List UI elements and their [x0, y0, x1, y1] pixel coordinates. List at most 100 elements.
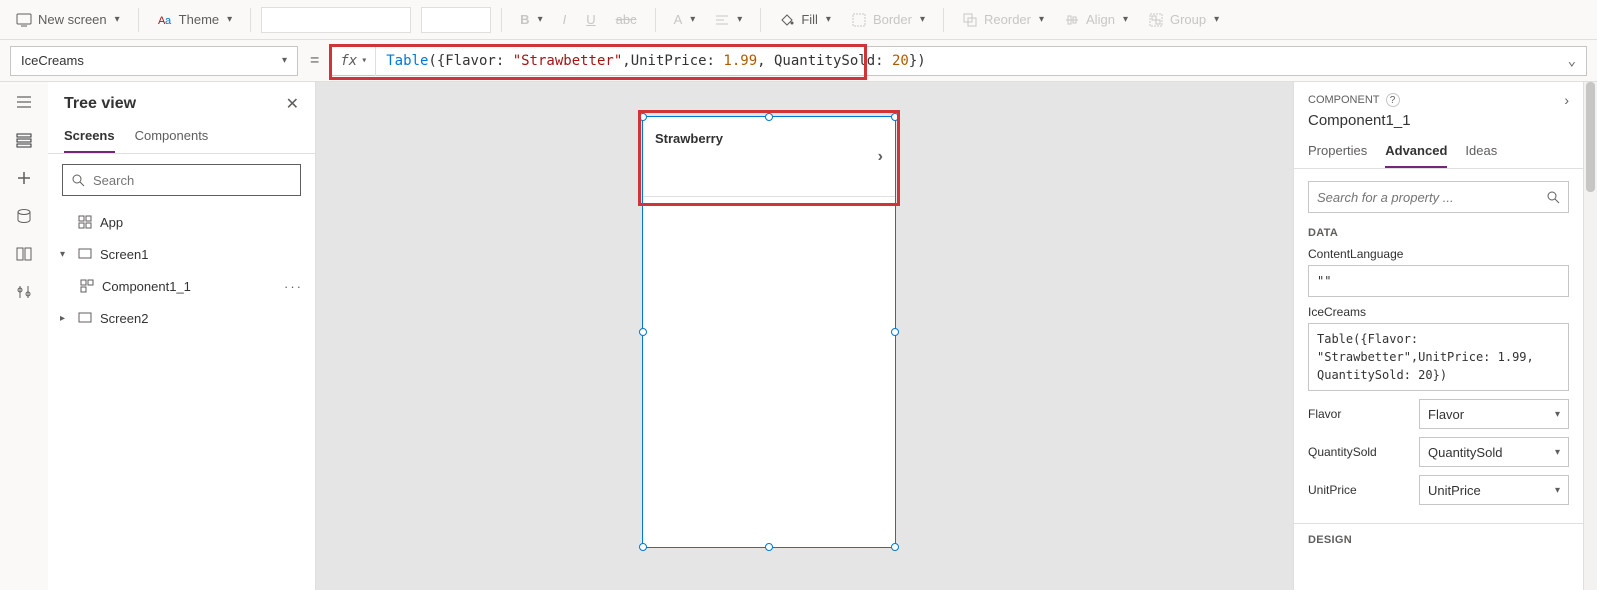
chevron-right-icon[interactable]: ▸	[60, 313, 72, 324]
property-name: IceCreams	[21, 53, 84, 68]
font-size-dropdown[interactable]	[421, 7, 491, 33]
tree-item-app[interactable]: App	[48, 206, 315, 238]
font-family-dropdown[interactable]	[261, 7, 411, 33]
text-align-button[interactable]: ▾	[707, 9, 750, 31]
field-value-icecreams[interactable]: Table({Flavor: "Strawbetter",UnitPrice: …	[1308, 323, 1569, 391]
tree-item-label: Screen1	[100, 247, 148, 262]
strikethrough-button[interactable]: abc	[608, 8, 645, 31]
scrollbar-thumb[interactable]	[1586, 82, 1595, 192]
theme-button[interactable]: Aa Theme ▾	[149, 8, 241, 32]
property-search-input[interactable]	[1317, 190, 1538, 205]
field-value-contentlanguage[interactable]: ""	[1308, 265, 1569, 297]
resize-handle[interactable]	[639, 328, 647, 336]
theme-label: Theme	[179, 12, 219, 27]
border-button[interactable]: Border ▾	[843, 8, 933, 32]
field-select-unitprice[interactable]: UnitPrice▾	[1419, 475, 1569, 505]
toolbar-separator	[943, 8, 944, 32]
left-rail	[0, 82, 48, 590]
resize-handle[interactable]	[891, 328, 899, 336]
insert-icon[interactable]	[14, 168, 34, 188]
resize-handle[interactable]	[765, 543, 773, 551]
canvas[interactable]: Strawberry ›	[316, 82, 1293, 590]
property-dropdown[interactable]: IceCreams ▾	[10, 46, 298, 76]
chevron-down-icon: ▾	[538, 14, 543, 25]
strike-icon: abc	[616, 12, 637, 27]
more-icon[interactable]: ···	[284, 279, 303, 294]
reorder-button[interactable]: Reorder ▾	[954, 8, 1052, 32]
tab-components[interactable]: Components	[135, 120, 209, 153]
bold-icon: B	[520, 12, 529, 27]
underline-icon: U	[586, 12, 595, 27]
screen-icon	[78, 246, 94, 262]
tree-items: App ▾ Screen1 Component1_1 ··· ▸ Screen2	[48, 206, 315, 590]
chevron-down-icon[interactable]: ▾	[60, 249, 72, 260]
field-label-quantitysold: QuantitySold	[1308, 445, 1377, 459]
toolbar-separator	[501, 8, 502, 32]
chevron-right-icon[interactable]: ›	[878, 148, 883, 166]
chevron-down-icon: ▾	[1214, 14, 1219, 25]
tree-item-screen2[interactable]: ▸ Screen2	[48, 302, 315, 334]
chevron-down-icon: ▾	[115, 14, 120, 25]
equals-sign: =	[306, 52, 323, 70]
chevron-right-icon[interactable]: ›	[1564, 92, 1569, 108]
tree-item-component1-1[interactable]: Component1_1 ···	[48, 270, 315, 302]
field-label-icecreams: IceCreams	[1308, 305, 1569, 319]
media-icon[interactable]	[14, 244, 34, 264]
scrollbar[interactable]	[1583, 82, 1597, 590]
field-row-unitprice: UnitPrice UnitPrice▾	[1308, 475, 1569, 505]
property-search-box[interactable]	[1308, 181, 1569, 213]
expand-formula-icon[interactable]: ⌄	[1558, 53, 1586, 69]
tab-screens[interactable]: Screens	[64, 120, 115, 153]
advanced-tools-icon[interactable]	[14, 282, 34, 302]
tree-search-box[interactable]	[62, 164, 301, 196]
property-search	[1308, 181, 1569, 213]
data-icon[interactable]	[14, 206, 34, 226]
bold-button[interactable]: B▾	[512, 8, 550, 31]
toolbar-separator	[138, 8, 139, 32]
fill-button[interactable]: Fill ▾	[771, 8, 839, 32]
field-select-flavor[interactable]: Flavor▾	[1419, 399, 1569, 429]
field-row-quantitysold: QuantitySold QuantitySold▾	[1308, 437, 1569, 467]
formula-bar[interactable]: fx▾ Table({Flavor: "Strawbetter",UnitPri…	[331, 46, 1587, 76]
resize-handle[interactable]	[891, 543, 899, 551]
tree-item-screen1[interactable]: ▾ Screen1	[48, 238, 315, 270]
properties-panel: COMPONENT ? › Component1_1 Properties Ad…	[1293, 82, 1583, 590]
tree-search	[62, 164, 301, 196]
tree-view-icon[interactable]	[14, 130, 34, 150]
resize-handle[interactable]	[765, 113, 773, 121]
italic-button[interactable]: I	[555, 8, 575, 31]
reorder-icon	[962, 12, 978, 28]
border-icon	[851, 12, 867, 28]
svg-text:a: a	[165, 15, 172, 27]
font-color-button[interactable]: A▾	[666, 8, 704, 31]
group-button[interactable]: Group ▾	[1140, 8, 1227, 32]
tree-view-panel: Tree view ✕ Screens Components App ▾ Scr…	[48, 82, 316, 590]
tab-advanced[interactable]: Advanced	[1385, 135, 1447, 168]
border-label: Border	[873, 12, 912, 27]
new-screen-label: New screen	[38, 12, 107, 27]
group-icon	[1148, 12, 1164, 28]
field-label-unitprice: UnitPrice	[1308, 483, 1357, 497]
field-select-quantitysold[interactable]: QuantitySold▾	[1419, 437, 1569, 467]
chevron-down-icon: ▾	[1123, 14, 1128, 25]
close-icon[interactable]: ✕	[286, 94, 299, 114]
tree-item-label: App	[100, 215, 123, 230]
gallery-item-title: Strawberry	[655, 131, 723, 146]
new-screen-button[interactable]: New screen ▾	[8, 8, 128, 32]
chevron-down-icon: ▾	[227, 14, 232, 25]
formula-text: Table({Flavor: "Strawbetter",UnitPrice: …	[376, 53, 935, 69]
tree-search-input[interactable]	[93, 173, 292, 188]
resize-handle[interactable]	[891, 113, 899, 121]
align-button[interactable]: Align ▾	[1056, 8, 1136, 32]
fx-button[interactable]: fx▾	[332, 46, 376, 76]
underline-button[interactable]: U	[578, 8, 603, 31]
tree-title: Tree view	[64, 95, 136, 113]
gallery-item[interactable]: Strawberry ›	[643, 117, 895, 197]
component-instance[interactable]: Strawberry ›	[642, 116, 896, 548]
help-icon[interactable]: ?	[1386, 93, 1400, 107]
resize-handle[interactable]	[639, 113, 647, 121]
tab-properties[interactable]: Properties	[1308, 135, 1367, 168]
hamburger-icon[interactable]	[14, 92, 34, 112]
tab-ideas[interactable]: Ideas	[1465, 135, 1497, 168]
resize-handle[interactable]	[639, 543, 647, 551]
